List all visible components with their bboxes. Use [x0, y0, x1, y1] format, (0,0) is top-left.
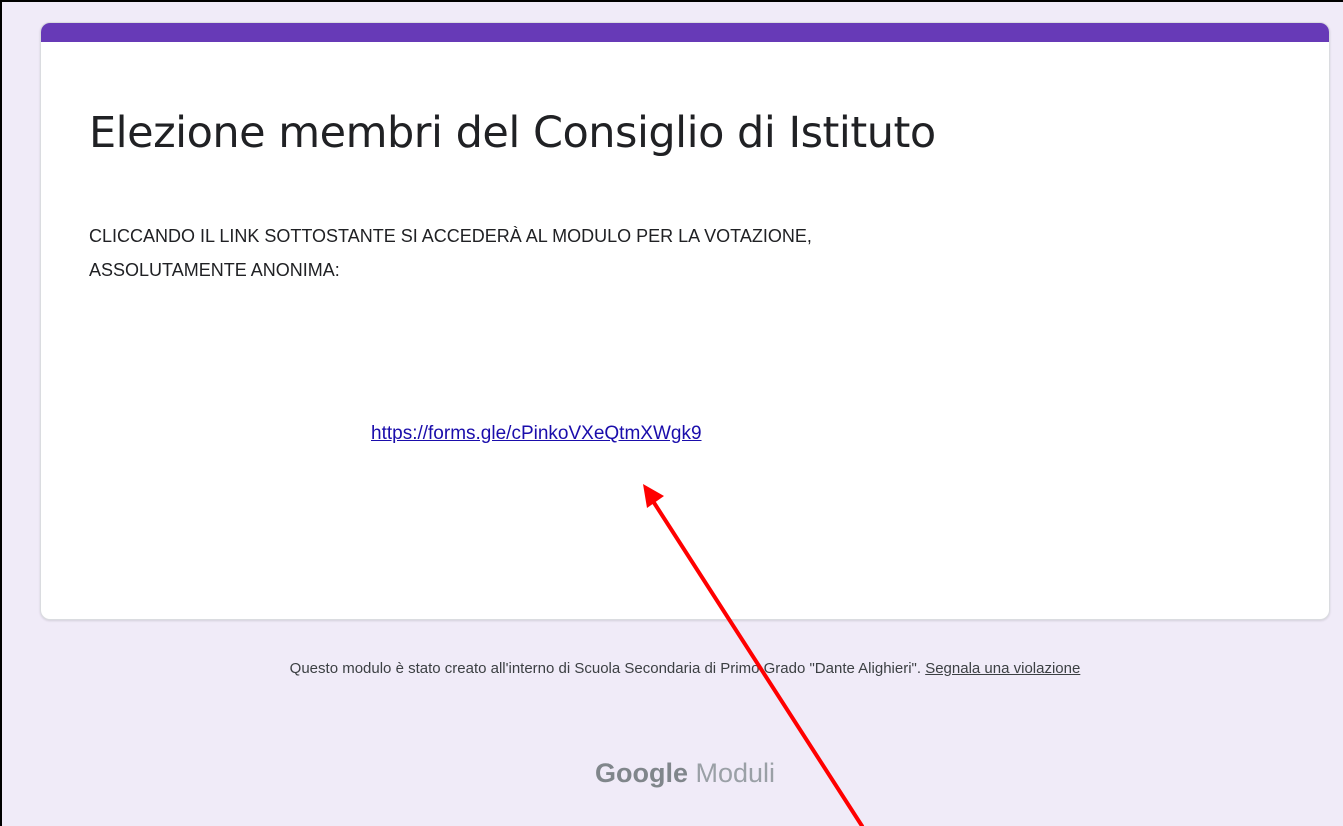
- card-accent-bar: [41, 23, 1329, 42]
- form-title: Elezione membri del Consiglio di Istitut…: [89, 108, 936, 158]
- report-violation-link[interactable]: Segnala una violazione: [925, 660, 1080, 677]
- voting-form-link[interactable]: https://forms.gle/cPinkoVXeQtmXWgk9: [371, 421, 702, 447]
- form-description-line1: CLICCANDO IL LINK SOTTOSTANTE SI ACCEDER…: [89, 226, 812, 246]
- google-forms-logo: Google Moduli: [40, 758, 1330, 789]
- form-description-line2: ASSOLUTAMENTE ANONIMA:: [89, 260, 340, 280]
- footer-notice-text: Questo modulo è stato creato all'interno…: [289, 660, 926, 677]
- google-logo-product: Moduli: [695, 758, 776, 788]
- form-header-card: Elezione membri del Consiglio di Istitut…: [40, 22, 1330, 620]
- form-description: CLICCANDO IL LINK SOTTOSTANTE SI ACCEDER…: [89, 219, 1219, 287]
- footer-notice: Questo modulo è stato creato all'interno…: [40, 656, 1330, 681]
- google-logo-brand: Google: [594, 758, 688, 788]
